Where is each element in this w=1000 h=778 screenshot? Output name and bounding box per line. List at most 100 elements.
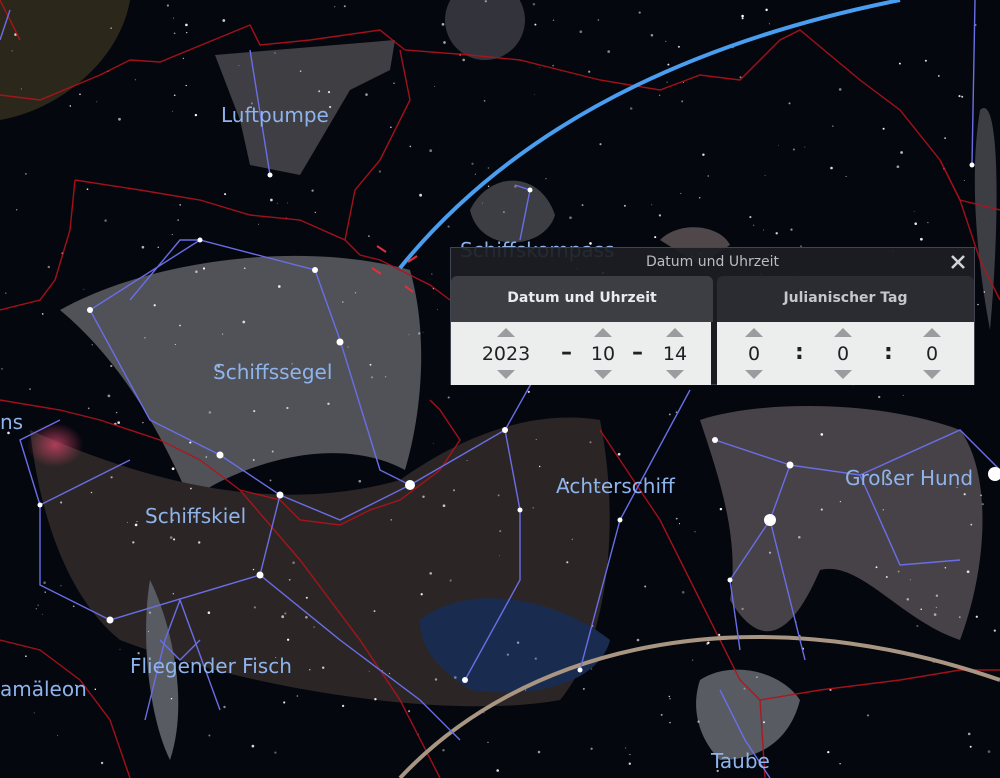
star xyxy=(20,88,22,90)
star xyxy=(581,204,584,207)
date-separator: – xyxy=(561,340,572,365)
date-separator: – xyxy=(632,340,643,365)
year-spinbox[interactable]: 2023 xyxy=(473,322,539,385)
minute-increment-button[interactable] xyxy=(834,328,852,337)
year-increment-button[interactable] xyxy=(497,328,515,337)
star xyxy=(118,117,121,121)
dialog-title[interactable]: Datum und Uhrzeit xyxy=(451,248,974,276)
star xyxy=(579,30,583,34)
hour-increment-button[interactable] xyxy=(745,328,763,337)
star xyxy=(798,536,801,539)
star xyxy=(60,501,63,504)
star xyxy=(589,441,592,444)
star xyxy=(914,222,918,226)
hour-decrement-button[interactable] xyxy=(745,370,763,379)
star xyxy=(981,503,984,506)
star xyxy=(177,219,179,221)
star xyxy=(765,8,768,12)
second-increment-button[interactable] xyxy=(923,328,941,337)
star xyxy=(680,192,682,194)
star xyxy=(644,585,647,588)
minute-decrement-button[interactable] xyxy=(834,370,852,379)
month-increment-button[interactable] xyxy=(594,328,612,337)
star xyxy=(447,225,450,228)
year-decrement-button[interactable] xyxy=(497,370,515,379)
star xyxy=(499,530,502,533)
star xyxy=(274,52,276,54)
day-spinbox[interactable]: 14 xyxy=(655,322,695,385)
star xyxy=(958,616,961,618)
hour-value[interactable]: 0 xyxy=(748,343,760,365)
star xyxy=(442,749,445,752)
star xyxy=(669,698,671,700)
star xyxy=(195,270,198,274)
star xyxy=(393,82,395,85)
star xyxy=(681,100,684,103)
second-spinbox[interactable]: 0 xyxy=(915,322,949,385)
star xyxy=(182,57,185,60)
star xyxy=(768,551,772,554)
star xyxy=(756,676,758,678)
star xyxy=(820,433,824,436)
tab-date-and-time[interactable]: Datum und Uhrzeit xyxy=(451,276,713,322)
star xyxy=(933,613,937,616)
star xyxy=(368,235,370,237)
star xyxy=(487,167,490,169)
hour-spinbox[interactable]: 0 xyxy=(737,322,771,385)
second-decrement-button[interactable] xyxy=(923,370,941,379)
star xyxy=(599,143,602,146)
star xyxy=(43,581,46,584)
star xyxy=(369,363,372,366)
star xyxy=(898,62,901,65)
star xyxy=(820,508,823,511)
tab-julian-day[interactable]: Julianischer Tag xyxy=(717,276,974,322)
star xyxy=(33,712,35,714)
star xyxy=(607,50,611,53)
second-value[interactable]: 0 xyxy=(926,343,938,365)
sky-view[interactable]: Luftpumpe Schiffskompass Schiffssegel ns… xyxy=(0,0,1000,778)
star xyxy=(257,223,260,225)
star xyxy=(966,570,970,574)
month-value[interactable]: 10 xyxy=(591,343,615,365)
star xyxy=(534,94,536,96)
star xyxy=(166,4,170,7)
star xyxy=(487,741,489,744)
year-value[interactable]: 2023 xyxy=(482,343,530,365)
star xyxy=(916,624,919,628)
star xyxy=(975,615,978,618)
star xyxy=(79,93,81,96)
month-spinbox[interactable]: 10 xyxy=(583,322,623,385)
day-value[interactable]: 14 xyxy=(663,343,687,365)
star xyxy=(171,233,173,236)
star xyxy=(408,710,411,713)
day-increment-button[interactable] xyxy=(666,328,684,337)
star xyxy=(552,64,554,67)
star xyxy=(419,193,422,197)
star xyxy=(270,198,273,202)
day-decrement-button[interactable] xyxy=(666,370,684,379)
minute-value[interactable]: 0 xyxy=(837,343,849,365)
star xyxy=(385,376,387,378)
star xyxy=(25,173,27,175)
star xyxy=(993,629,996,632)
star xyxy=(983,291,985,293)
star xyxy=(72,605,75,608)
star xyxy=(763,721,765,724)
star xyxy=(147,631,149,633)
label-fliegender-fisch: Fliegender Fisch xyxy=(130,654,292,678)
star xyxy=(552,19,555,22)
star xyxy=(545,178,547,180)
star xyxy=(597,19,600,21)
star xyxy=(284,612,287,615)
star xyxy=(373,610,376,613)
month-decrement-button[interactable] xyxy=(594,370,612,379)
star xyxy=(980,494,982,497)
star xyxy=(141,245,145,249)
close-button[interactable] xyxy=(946,250,970,274)
star xyxy=(804,146,806,148)
star xyxy=(238,65,240,67)
star xyxy=(832,125,834,127)
star xyxy=(286,638,290,641)
star xyxy=(741,14,744,18)
minute-spinbox[interactable]: 0 xyxy=(826,322,860,385)
